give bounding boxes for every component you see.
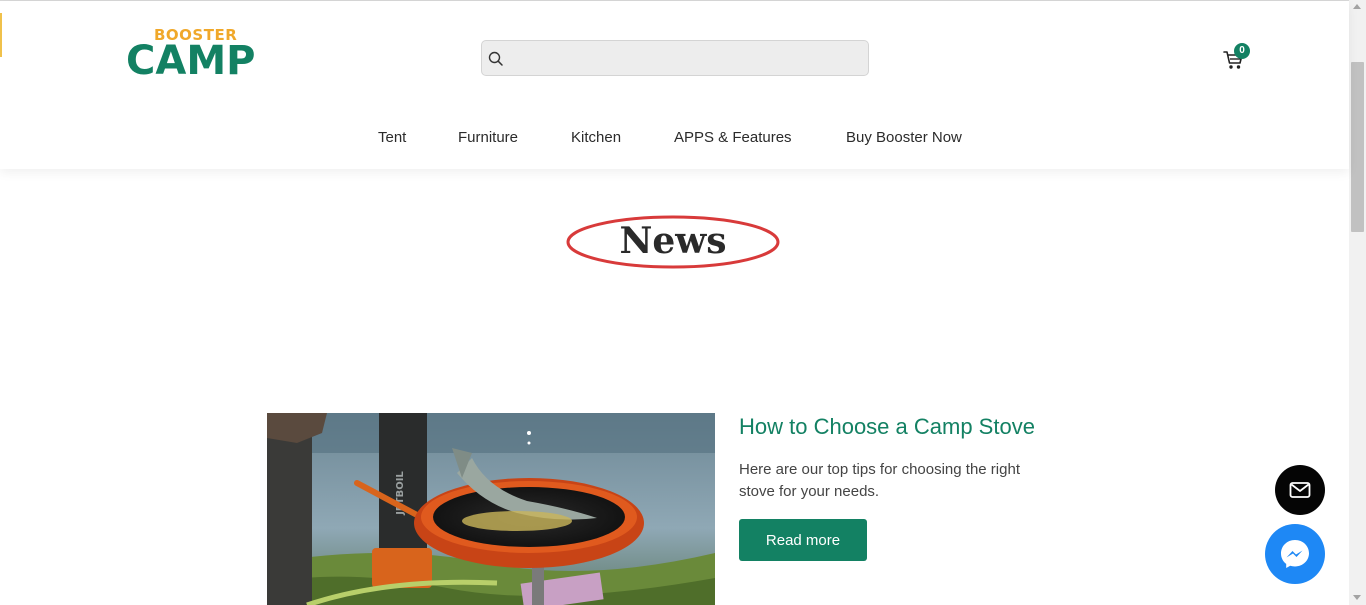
logo-main-text: CAMP xyxy=(126,38,256,84)
contact-mail-button[interactable] xyxy=(1275,465,1325,515)
messenger-chat-button[interactable] xyxy=(1265,524,1325,584)
cart-count-badge: 0 xyxy=(1234,43,1250,59)
messenger-icon xyxy=(1281,540,1309,568)
nav-item-buy-booster[interactable]: Buy Booster Now xyxy=(846,129,962,146)
scroll-up-arrow-icon[interactable] xyxy=(1353,4,1361,9)
article-excerpt: Here are our top tips for choosing the r… xyxy=(739,461,1020,500)
cart-button[interactable]: 0 xyxy=(1223,43,1253,71)
article-image[interactable]: JETBOIL xyxy=(267,413,715,605)
nav-item-kitchen[interactable]: Kitchen xyxy=(571,129,621,146)
nav-item-apps-features[interactable]: APPS & Features xyxy=(674,129,792,146)
nav-item-tent[interactable]: Tent xyxy=(378,129,406,146)
search-box[interactable] xyxy=(481,40,869,76)
nav-item-furniture[interactable]: Furniture xyxy=(458,129,518,146)
page-title: News xyxy=(619,220,727,262)
mail-icon xyxy=(1289,482,1311,498)
scroll-down-arrow-icon[interactable] xyxy=(1353,595,1361,600)
scrollbar-thumb[interactable] xyxy=(1351,62,1364,232)
main-nav: Tent Furniture Kitchen APPS & Features B… xyxy=(0,129,1349,157)
search-icon[interactable] xyxy=(488,51,504,67)
page-title-block: News xyxy=(565,214,781,270)
search-input[interactable] xyxy=(512,45,862,71)
read-more-button[interactable]: Read more xyxy=(739,519,867,561)
site-logo[interactable]: BOOSTER CAMP xyxy=(126,25,272,87)
page-scrollbar[interactable] xyxy=(1349,0,1366,605)
site-header: BOOSTER CAMP 0 Tent Furniture Kitchen AP… xyxy=(0,1,1349,169)
edge-accent xyxy=(0,13,2,57)
article-title[interactable]: How to Choose a Camp Stove xyxy=(739,414,1035,440)
